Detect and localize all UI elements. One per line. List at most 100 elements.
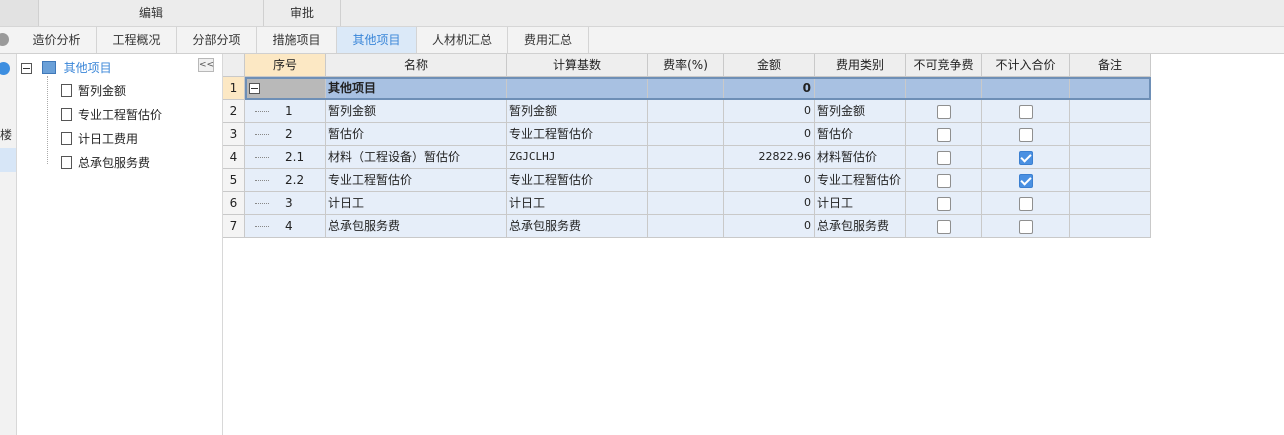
row-number[interactable]: 3 bbox=[223, 123, 245, 146]
cell-rate[interactable] bbox=[648, 77, 724, 100]
cell-base[interactable]: 总承包服务费 bbox=[507, 215, 648, 238]
cell-base[interactable]: 专业工程暂估价 bbox=[507, 123, 648, 146]
cell-note[interactable] bbox=[1070, 192, 1151, 215]
cell-base[interactable]: 专业工程暂估价 bbox=[507, 169, 648, 192]
column-header-nc[interactable]: 不可竞争费 bbox=[906, 54, 982, 77]
cell-name[interactable]: 总承包服务费 bbox=[326, 215, 507, 238]
cell-name[interactable]: 其他项目 bbox=[326, 77, 507, 100]
cell-name[interactable]: 专业工程暂估价 bbox=[326, 169, 507, 192]
cell-category[interactable]: 材料暂估价 bbox=[815, 146, 906, 169]
cell-seq[interactable] bbox=[245, 77, 326, 100]
cell-not-in-total[interactable] bbox=[982, 77, 1070, 100]
tab-other-items[interactable]: 其他项目 bbox=[337, 27, 417, 53]
cell-amount[interactable]: 0 bbox=[724, 215, 815, 238]
toolbar-section-edit[interactable]: 编辑 bbox=[39, 0, 264, 26]
cell-name[interactable]: 材料（工程设备）暂估价 bbox=[326, 146, 507, 169]
column-header-amount[interactable]: 金额 bbox=[724, 54, 815, 77]
cell-category[interactable]: 暂列金额 bbox=[815, 100, 906, 123]
tree-item-general-contract-fee[interactable]: 总承包服务费 bbox=[61, 154, 150, 172]
not-in-total-checkbox[interactable] bbox=[1018, 150, 1033, 165]
cell-rate[interactable] bbox=[648, 169, 724, 192]
cell-amount[interactable]: 0 bbox=[724, 169, 815, 192]
tab-labor-material-summary[interactable]: 人材机汇总 bbox=[417, 27, 508, 53]
cell-note[interactable] bbox=[1070, 123, 1151, 146]
cell-not-in-total[interactable] bbox=[982, 192, 1070, 215]
row-number[interactable]: 2 bbox=[223, 100, 245, 123]
cell-rate[interactable] bbox=[648, 215, 724, 238]
cell-non-competitive[interactable] bbox=[906, 123, 982, 146]
cell-seq[interactable]: 1 bbox=[245, 100, 326, 123]
cell-category[interactable]: 暂估价 bbox=[815, 123, 906, 146]
tree-root[interactable]: 其他项目 bbox=[21, 59, 112, 75]
cell-amount[interactable]: 0 bbox=[724, 123, 815, 146]
column-header-ni[interactable]: 不计入合价 bbox=[982, 54, 1070, 77]
cell-amount[interactable]: 0 bbox=[724, 192, 815, 215]
cell-non-competitive[interactable] bbox=[906, 215, 982, 238]
cell-non-competitive[interactable] bbox=[906, 192, 982, 215]
column-header-note[interactable]: 备注 bbox=[1070, 54, 1151, 77]
collapse-panel-button[interactable]: << bbox=[198, 58, 214, 72]
non-competitive-checkbox[interactable] bbox=[936, 196, 951, 211]
cell-category[interactable]: 专业工程暂估价 bbox=[815, 169, 906, 192]
non-competitive-checkbox[interactable] bbox=[936, 219, 951, 234]
cell-category[interactable]: 总承包服务费 bbox=[815, 215, 906, 238]
nav-circle-icon[interactable] bbox=[0, 62, 10, 75]
tab-project-overview[interactable]: 工程概况 bbox=[97, 27, 177, 53]
cell-not-in-total[interactable] bbox=[982, 123, 1070, 146]
not-in-total-checkbox[interactable] bbox=[1018, 173, 1033, 188]
tree-item-provisional-sum[interactable]: 暂列金额 bbox=[61, 82, 126, 100]
left-strip-selected[interactable] bbox=[0, 148, 16, 172]
row-number[interactable]: 5 bbox=[223, 169, 245, 192]
tree-collapse-icon[interactable] bbox=[21, 63, 32, 74]
column-header-base[interactable]: 计算基数 bbox=[507, 54, 648, 77]
column-header-seq[interactable]: 序号 bbox=[245, 54, 326, 77]
cell-non-competitive[interactable] bbox=[906, 77, 982, 100]
row-number[interactable]: 6 bbox=[223, 192, 245, 215]
column-header-name[interactable]: 名称 bbox=[326, 54, 507, 77]
non-competitive-checkbox[interactable] bbox=[936, 127, 951, 142]
cell-seq[interactable]: 2.2 bbox=[245, 169, 326, 192]
cell-seq[interactable]: 2 bbox=[245, 123, 326, 146]
cell-note[interactable] bbox=[1070, 77, 1151, 100]
tab-fee-summary[interactable]: 费用汇总 bbox=[508, 27, 589, 53]
cell-note[interactable] bbox=[1070, 146, 1151, 169]
cell-rate[interactable] bbox=[648, 146, 724, 169]
row-number[interactable]: 4 bbox=[223, 146, 245, 169]
column-header-category[interactable]: 费用类别 bbox=[815, 54, 906, 77]
non-competitive-checkbox[interactable] bbox=[936, 104, 951, 119]
cell-rate[interactable] bbox=[648, 100, 724, 123]
row-collapse-icon[interactable] bbox=[249, 83, 260, 94]
row-number[interactable]: 7 bbox=[223, 215, 245, 238]
not-in-total-checkbox[interactable] bbox=[1018, 219, 1033, 234]
not-in-total-checkbox[interactable] bbox=[1018, 127, 1033, 142]
non-competitive-checkbox[interactable] bbox=[936, 173, 951, 188]
toolbar-section-review[interactable]: 审批 bbox=[264, 0, 341, 26]
cell-amount[interactable]: 0 bbox=[724, 77, 815, 100]
cell-note[interactable] bbox=[1070, 169, 1151, 192]
cell-seq[interactable]: 2.1 bbox=[245, 146, 326, 169]
cell-not-in-total[interactable] bbox=[982, 100, 1070, 123]
not-in-total-checkbox[interactable] bbox=[1018, 196, 1033, 211]
cell-amount[interactable]: 0 bbox=[724, 100, 815, 123]
non-competitive-checkbox[interactable] bbox=[936, 150, 951, 165]
cell-not-in-total[interactable] bbox=[982, 146, 1070, 169]
cell-seq[interactable]: 4 bbox=[245, 215, 326, 238]
cell-name[interactable]: 计日工 bbox=[326, 192, 507, 215]
cell-base[interactable]: 暂列金额 bbox=[507, 100, 648, 123]
cell-category[interactable] bbox=[815, 77, 906, 100]
column-header-rate[interactable]: 费率(%) bbox=[648, 54, 724, 77]
cell-rate[interactable] bbox=[648, 123, 724, 146]
cell-rate[interactable] bbox=[648, 192, 724, 215]
cell-non-competitive[interactable] bbox=[906, 146, 982, 169]
row-number[interactable]: 1 bbox=[223, 77, 245, 100]
back-circle-icon[interactable] bbox=[0, 33, 9, 46]
tab-sub-items[interactable]: 分部分项 bbox=[177, 27, 257, 53]
cell-category[interactable]: 计日工 bbox=[815, 192, 906, 215]
cell-non-competitive[interactable] bbox=[906, 100, 982, 123]
cell-base[interactable]: 计日工 bbox=[507, 192, 648, 215]
tree-item-daywork[interactable]: 计日工费用 bbox=[61, 130, 138, 148]
cell-non-competitive[interactable] bbox=[906, 169, 982, 192]
tab-measures[interactable]: 措施项目 bbox=[257, 27, 337, 53]
cell-not-in-total[interactable] bbox=[982, 169, 1070, 192]
tree-item-specialty-estimate[interactable]: 专业工程暂估价 bbox=[61, 106, 162, 124]
